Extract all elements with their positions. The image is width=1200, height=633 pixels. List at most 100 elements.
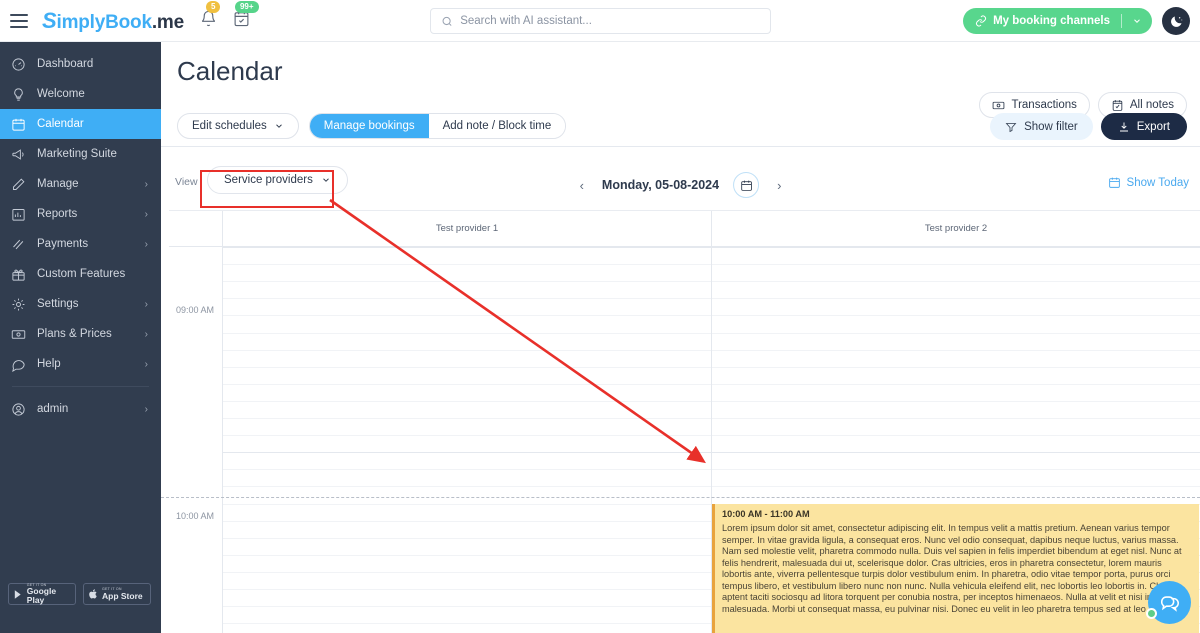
tab-manage-bookings[interactable]: Manage bookings bbox=[309, 114, 429, 138]
date-picker-button[interactable] bbox=[733, 172, 760, 198]
date-navigator: ‹ Monday, 05-08-2024 › bbox=[576, 172, 786, 198]
theme-toggle-button[interactable] bbox=[1162, 7, 1190, 35]
chevron-right-icon: › bbox=[144, 358, 148, 370]
sidebar-item-label: Dashboard bbox=[37, 58, 94, 70]
calendar-column-header: Test provider 2 bbox=[711, 211, 1200, 246]
chevron-right-icon: › bbox=[144, 208, 148, 220]
prev-day-button[interactable]: ‹ bbox=[576, 178, 588, 193]
chat-online-indicator bbox=[1146, 608, 1157, 619]
chevron-down-icon[interactable] bbox=[1132, 16, 1142, 26]
sidebar-item-admin[interactable]: admin › bbox=[0, 394, 161, 424]
apple-icon bbox=[89, 589, 97, 599]
link-icon bbox=[976, 15, 987, 27]
sidebar: Dashboard Welcome Calendar Marketing Suite M… bbox=[0, 42, 161, 633]
notifications-bell[interactable]: 5 bbox=[200, 0, 221, 32]
brand-logo-s: S bbox=[42, 7, 57, 33]
search-icon bbox=[442, 16, 452, 26]
chevron-down-icon bbox=[323, 178, 329, 182]
brand-logo-part2: .me bbox=[151, 11, 184, 33]
toolbar-tabs: Edit schedules Manage bookings Add note … bbox=[177, 113, 567, 139]
hamburger-icon[interactable] bbox=[10, 13, 28, 28]
export-button[interactable]: Export bbox=[1100, 113, 1187, 140]
chat-bubbles-icon bbox=[1160, 595, 1179, 612]
calendar-time-label: 09:00 AM bbox=[175, 305, 214, 315]
chat-icon bbox=[10, 357, 26, 372]
sidebar-item-welcome[interactable]: Welcome bbox=[0, 79, 161, 109]
sidebar-item-manage[interactable]: Manage › bbox=[0, 169, 161, 199]
view-controls-row: View Service providers ‹ Monday, 05-08-2… bbox=[161, 154, 1200, 210]
gear-icon bbox=[10, 297, 26, 312]
money-icon bbox=[10, 327, 26, 342]
coins-icon bbox=[10, 237, 26, 252]
calendar-event[interactable]: 10:00 AM - 11:00 AM Lorem ipsum dolor sit… bbox=[712, 504, 1199, 633]
filter-actions: Show filter Export bbox=[990, 113, 1187, 140]
edit-schedules-button[interactable]: Edit schedules bbox=[177, 113, 299, 139]
search-input[interactable] bbox=[460, 15, 760, 27]
booking-mode-segmented-control: Manage bookings Add note / Block time bbox=[308, 113, 567, 139]
event-description: Lorem ipsum dolor sit amet, consectetur … bbox=[722, 523, 1182, 614]
next-day-button[interactable]: › bbox=[773, 178, 785, 193]
sidebar-item-calendar[interactable]: Calendar bbox=[0, 109, 161, 139]
sidebar-item-label: Settings bbox=[37, 298, 79, 310]
chevron-down-icon bbox=[275, 124, 282, 128]
view-label: View bbox=[175, 176, 198, 188]
booking-channels-label: My booking channels bbox=[993, 15, 1110, 27]
app-store-badge[interactable]: GET IT ON App Store bbox=[83, 583, 151, 605]
moon-icon bbox=[1170, 16, 1182, 27]
money-icon bbox=[993, 101, 1005, 109]
chevron-right-icon: › bbox=[144, 403, 148, 415]
page-title: Calendar bbox=[177, 56, 283, 86]
sidebar-item-help[interactable]: Help › bbox=[0, 349, 161, 379]
user-icon bbox=[10, 402, 26, 417]
brand-logo[interactable]: SimplyBook .me bbox=[42, 8, 184, 34]
chevron-right-icon: › bbox=[144, 238, 148, 250]
sidebar-nav: Dashboard Welcome Calendar Marketing Suite M… bbox=[0, 42, 161, 379]
app-store-badges: GET IT ON Google Play GET IT ON App Stor… bbox=[8, 583, 151, 605]
bell-badge: 5 bbox=[205, 0, 221, 13]
chart-icon bbox=[10, 207, 26, 222]
google-play-badge[interactable]: GET IT ON Google Play bbox=[8, 583, 76, 605]
sidebar-divider bbox=[12, 386, 149, 387]
sidebar-item-custom-features[interactable]: Custom Features bbox=[0, 259, 161, 289]
show-today-label: Show Today bbox=[1126, 176, 1189, 189]
play-store-icon bbox=[14, 589, 21, 599]
sidebar-item-label: Calendar bbox=[37, 118, 84, 130]
tab-add-note-block-time[interactable]: Add note / Block time bbox=[428, 114, 566, 138]
sidebar-item-label-admin: admin bbox=[37, 403, 69, 415]
gauge-icon bbox=[10, 57, 26, 72]
sidebar-item-reports[interactable]: Reports › bbox=[0, 199, 161, 229]
search-box[interactable] bbox=[430, 8, 771, 34]
chat-widget-button[interactable] bbox=[1146, 581, 1191, 624]
sidebar-item-plans-prices[interactable]: Plans & Prices › bbox=[0, 319, 161, 349]
sidebar-item-label: Welcome bbox=[37, 88, 85, 100]
sidebar-item-label: Reports bbox=[37, 208, 78, 220]
edit-schedules-label: Edit schedules bbox=[192, 120, 267, 132]
current-date-label: Monday, 05-08-2024 bbox=[601, 178, 720, 192]
calendar-icon bbox=[740, 180, 752, 191]
my-booking-channels-button[interactable]: My booking channels bbox=[963, 8, 1152, 34]
calendar-column-headers: Test provider 1 Test provider 2 bbox=[161, 211, 1200, 246]
export-label: Export bbox=[1136, 120, 1170, 133]
sidebar-item-label: Manage bbox=[37, 178, 79, 190]
chevron-right-icon: › bbox=[144, 328, 148, 340]
sidebar-item-label: Help bbox=[37, 358, 61, 370]
download-icon bbox=[1119, 122, 1128, 131]
sidebar-item-dashboard[interactable]: Dashboard bbox=[0, 49, 161, 79]
app-store-name: App Store bbox=[102, 590, 143, 601]
view-select[interactable]: Service providers bbox=[207, 166, 348, 194]
show-filter-button[interactable]: Show filter bbox=[990, 113, 1093, 140]
sidebar-item-label: Marketing Suite bbox=[37, 148, 117, 160]
sidebar-item-label: Plans & Prices bbox=[37, 328, 112, 340]
calendar-column-header: Test provider 1 bbox=[222, 211, 711, 246]
pending-bookings-button[interactable]: 99+ bbox=[233, 0, 259, 32]
sidebar-item-payments[interactable]: Payments › bbox=[0, 229, 161, 259]
show-today-button[interactable]: Show Today bbox=[1108, 176, 1189, 189]
calendar-today-icon bbox=[1108, 177, 1120, 188]
sidebar-item-marketing-suite[interactable]: Marketing Suite bbox=[0, 139, 161, 169]
calendar-time-gutter: 09:00 AM 10:00 AM bbox=[161, 247, 222, 633]
sidebar-item-settings[interactable]: Settings › bbox=[0, 289, 161, 319]
sidebar-item-label: Payments bbox=[37, 238, 89, 250]
calendar-grid[interactable]: Test provider 1 Test provider 2 09:00 AM 1… bbox=[161, 210, 1200, 633]
note-icon bbox=[1112, 99, 1123, 111]
event-time: 10:00 AM - 11:00 AM bbox=[722, 509, 810, 519]
